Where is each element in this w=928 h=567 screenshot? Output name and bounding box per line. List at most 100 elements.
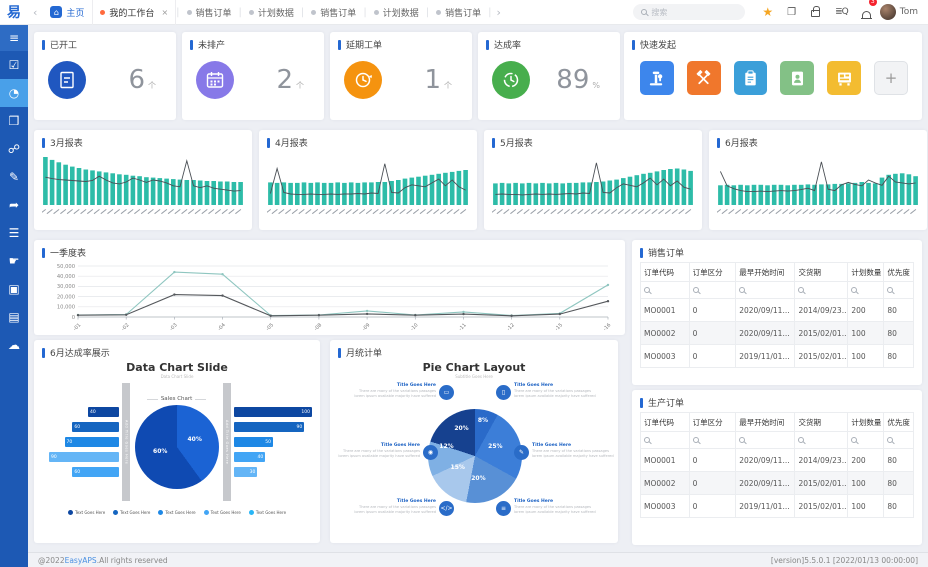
filter-search-icon — [739, 437, 745, 443]
card-title: 5月报表 — [500, 136, 533, 149]
card-title: 销售订单 — [648, 246, 684, 259]
table-row[interactable]: MO000302019/11/01...2015/02/01...10080 — [641, 495, 914, 518]
repair-button[interactable] — [687, 61, 721, 95]
lock-icon[interactable] — [811, 10, 820, 17]
column-header[interactable]: 交货期 — [795, 413, 848, 432]
stat-value: 1 — [424, 65, 441, 95]
callout-bottom-right: ≡Title Goes HereThere are many of the va… — [496, 499, 614, 516]
tab-item-4[interactable]: 计划数据 — [367, 0, 426, 25]
search-input[interactable] — [651, 8, 731, 17]
order-button[interactable] — [734, 61, 768, 95]
column-header[interactable]: 交货期 — [795, 263, 848, 282]
column-header[interactable]: 优先度 — [884, 413, 914, 432]
filter-cell[interactable] — [736, 282, 795, 299]
tab-item-3[interactable]: 销售订单 — [304, 0, 363, 25]
table-cell: MO0003 — [641, 345, 690, 368]
filter-search-icon — [739, 287, 745, 293]
callout-title: Title Goes Here — [352, 499, 436, 504]
filter-cell[interactable] — [795, 432, 848, 449]
column-header[interactable]: 最早开始时间 — [736, 263, 795, 282]
sidebar-item-org-structure[interactable]: ☍ — [0, 135, 28, 163]
column-header[interactable]: 订单代码 — [641, 263, 690, 282]
table-row[interactable]: MO000202020/09/11...2015/02/01...10080 — [641, 322, 914, 345]
svg-text:-15: -15 — [554, 322, 564, 332]
column-header[interactable]: 订单代码 — [641, 413, 690, 432]
column-header[interactable]: 优先度 — [884, 263, 914, 282]
fullscreen-icon[interactable]: ❐ — [787, 7, 796, 18]
quick-launch-card: 快速发起 + — [624, 32, 922, 120]
slide-left-bar: 40 — [88, 407, 119, 417]
sidebar-item-order-export[interactable]: ➦ — [0, 191, 28, 219]
filter-cell[interactable] — [689, 282, 736, 299]
search-box[interactable] — [633, 4, 745, 20]
table-cell: 2014/09/23... — [795, 449, 848, 472]
dispatch-button[interactable] — [640, 61, 674, 95]
achievement-slide-title: 6月达成率展示 — [42, 346, 312, 359]
staff-button[interactable] — [780, 61, 814, 95]
forward-chevron-icon[interactable]: › — [491, 6, 505, 19]
tab-home[interactable]: ⌂ 主页 — [42, 6, 92, 19]
active-tab-dot-icon — [100, 10, 105, 15]
sidebar-item-cloud-sync[interactable]: ☁ — [0, 331, 28, 359]
column-header[interactable]: 计划数量 — [848, 263, 884, 282]
notifications-button[interactable]: 3 — [862, 3, 871, 22]
sales-chart-label: Sales Chart — [147, 396, 207, 402]
app-logo[interactable]: 易 — [0, 0, 28, 24]
callout-title: Title Goes Here — [352, 383, 436, 388]
add-quick-button[interactable]: + — [874, 61, 908, 95]
sidebar-item-material-book[interactable]: ❒ — [0, 107, 28, 135]
bar-value: 100 — [301, 410, 310, 415]
tab-item-5[interactable]: 销售订单 — [429, 0, 488, 25]
sidebar-item-work-list[interactable]: ☰ — [0, 219, 28, 247]
table-row[interactable]: MO000202020/09/11...2015/02/01...10080 — [641, 472, 914, 495]
brand-link[interactable]: EasyAPS — [65, 556, 97, 565]
table-row[interactable]: MO000102020/09/11...2014/09/23...20080 — [641, 449, 914, 472]
table-row[interactable]: MO000102020/09/11...2014/09/23...20080 — [641, 299, 914, 322]
filter-cell[interactable] — [848, 282, 884, 299]
sidebar-item-menu-collapse[interactable]: ≡ — [0, 25, 28, 51]
pie-layout-subtitle: Subtitle Goes Here — [338, 374, 610, 379]
tab-item-1[interactable]: 销售订单 — [180, 0, 239, 25]
slide-right-bar: 30 — [234, 467, 257, 477]
stat-card-header: 已开工 — [42, 38, 168, 51]
sidebar-item-document[interactable]: ✎ — [0, 163, 28, 191]
column-header[interactable]: 计划数量 — [848, 413, 884, 432]
filter-cell[interactable] — [848, 432, 884, 449]
menu-collapse-icon: ≡ — [9, 32, 19, 44]
month-report-header: 3月报表 — [42, 136, 244, 149]
sidebar-item-warehouse[interactable]: ▣ — [0, 275, 28, 303]
filter-search-icon — [693, 287, 699, 293]
column-header[interactable]: 最早开始时间 — [736, 413, 795, 432]
callout-title: Title Goes Here — [514, 499, 598, 504]
favorite-star-icon[interactable]: ★ — [762, 5, 773, 19]
svg-text:-03: -03 — [169, 322, 179, 332]
filter-cell[interactable] — [795, 282, 848, 299]
bar-value: 60 — [74, 425, 80, 430]
slide-left-bar: 70 — [65, 437, 120, 447]
filter-cell[interactable] — [736, 432, 795, 449]
filter-cell[interactable] — [884, 432, 914, 449]
back-chevron-icon[interactable]: ‹ — [28, 6, 42, 19]
column-header[interactable]: 订单区分 — [689, 413, 736, 432]
tab-item-2[interactable]: 计划数据 — [242, 0, 301, 25]
filter-cell[interactable] — [641, 282, 690, 299]
sidebar-item-task-board[interactable]: ☑ — [0, 51, 28, 79]
avatar[interactable] — [880, 4, 896, 20]
filter-cell[interactable] — [641, 432, 690, 449]
filter-cell[interactable] — [689, 432, 736, 449]
sidebar-item-device-report[interactable]: ▤ — [0, 303, 28, 331]
filter-row — [641, 282, 914, 299]
column-header[interactable]: 订单区分 — [689, 263, 736, 282]
sidebar-item-production-schedule[interactable]: ◔ — [0, 79, 28, 107]
tab-label: 计划数据 — [383, 6, 419, 19]
equipment-button[interactable] — [827, 61, 861, 95]
log-search-icon[interactable]: ≣Q — [835, 7, 848, 17]
table-row[interactable]: MO000302019/11/01...2015/02/01...10080 — [641, 345, 914, 368]
table-cell: 0 — [689, 322, 736, 345]
close-tab-icon[interactable]: × — [161, 8, 168, 17]
sidebar: ≡ ☑◔❒☍✎➦☰☛▣▤☁ — [0, 25, 28, 567]
calendar-icon — [196, 61, 234, 99]
tab-active-workbench[interactable]: 我的工作台 × — [92, 0, 176, 25]
filter-cell[interactable] — [884, 282, 914, 299]
sidebar-item-delivery[interactable]: ☛ — [0, 247, 28, 275]
